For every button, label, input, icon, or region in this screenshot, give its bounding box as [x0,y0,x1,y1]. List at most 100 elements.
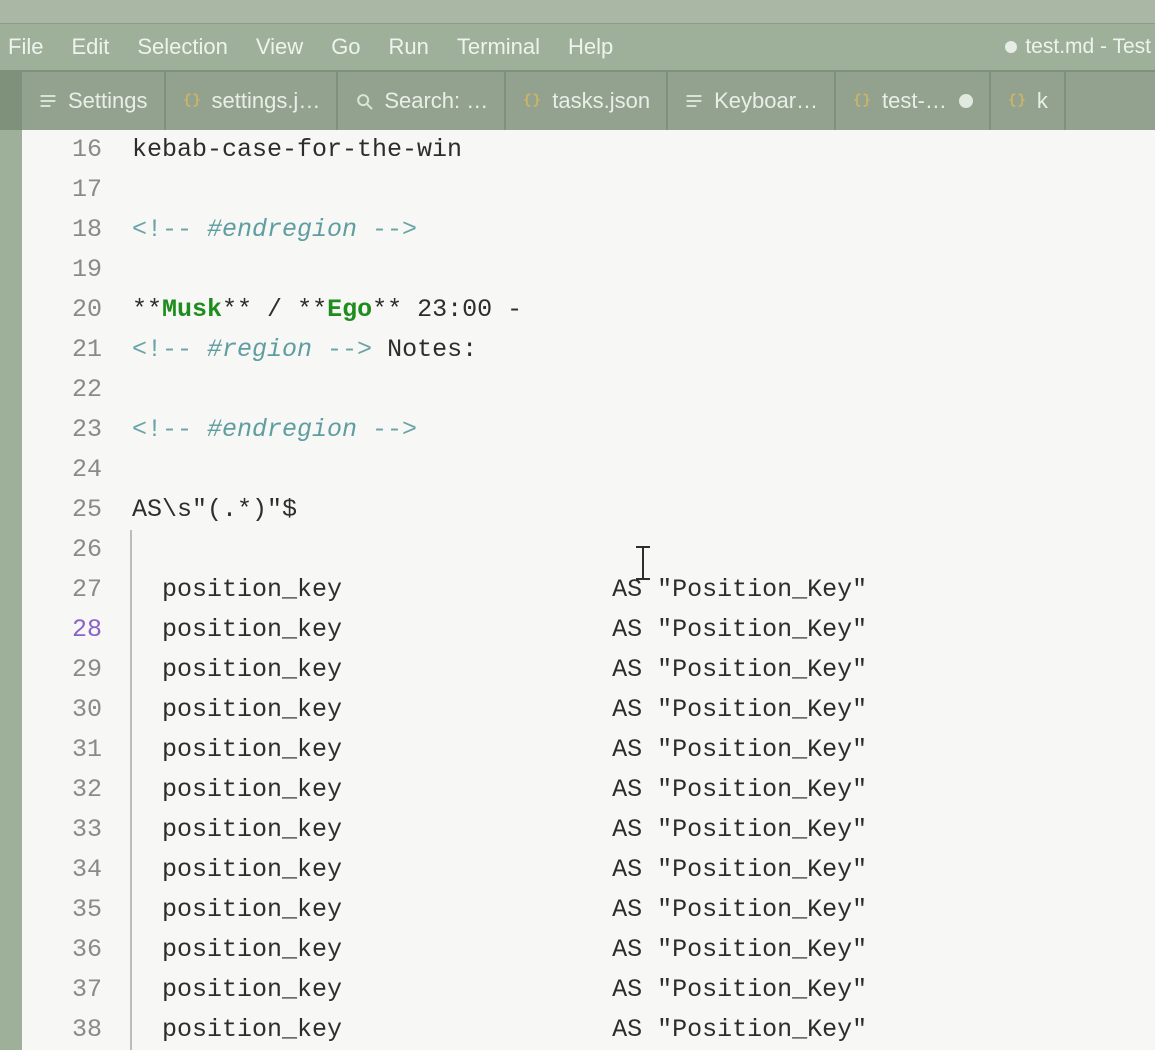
activity-bar-sliver [0,72,22,130]
tab-5[interactable]: test-… [836,72,991,130]
menu-run[interactable]: Run [389,34,429,60]
editor-line[interactable]: 20**Musk** / **Ego** 23:00 - [22,290,1155,330]
editor-line[interactable]: 24 [22,450,1155,490]
editor-line[interactable]: 33 position_key AS "Position_Key" [22,810,1155,850]
tab-label: tasks.json [552,88,650,114]
dirty-dot-icon [959,94,973,108]
editor-line[interactable]: 34 position_key AS "Position_Key" [22,850,1155,890]
line-number: 16 [22,130,132,170]
line-number: 29 [22,650,132,690]
editor-line[interactable]: 36 position_key AS "Position_Key" [22,930,1155,970]
line-number: 36 [22,930,132,970]
code-content: position_key AS "Position_Key" [132,690,867,730]
code-content: position_key AS "Position_Key" [132,570,867,610]
menu-file[interactable]: File [8,34,43,60]
code-content: position_key AS "Position_Key" [132,810,867,850]
editor-line[interactable]: 23<!-- #endregion --> [22,410,1155,450]
code-content: position_key AS "Position_Key" [132,650,867,690]
code-content: <!-- #endregion --> [132,210,417,250]
line-number: 19 [22,250,132,290]
editor-line[interactable]: 26 [22,530,1155,570]
tab-6[interactable]: k [991,72,1066,130]
line-number: 32 [22,770,132,810]
code-content: position_key AS "Position_Key" [132,890,867,930]
menubar: File Edit Selection View Go Run Terminal… [0,24,1155,70]
tab-label: Search: … [384,88,488,114]
braces-icon [1007,91,1027,111]
editor[interactable]: 16kebab-case-for-the-win1718<!-- #endreg… [22,130,1155,1050]
tab-label: test-… [882,88,947,114]
editor-line[interactable]: 28 position_key AS "Position_Key" [22,610,1155,650]
code-content [132,530,147,570]
line-number: 22 [22,370,132,410]
tab-0[interactable]: Settings [22,72,166,130]
tabbar: Settings settings.j… Search: … tasks.jso… [0,70,1155,130]
tab-label: Settings [68,88,148,114]
desktop-window-strip [0,0,1155,24]
lines-icon [38,91,58,111]
line-number: 23 [22,410,132,450]
line-number: 33 [22,810,132,850]
tab-label: settings.j… [212,88,321,114]
code-content: **Musk** / **Ego** 23:00 - [132,290,522,330]
editor-line[interactable]: 31 position_key AS "Position_Key" [22,730,1155,770]
editor-line[interactable]: 38 position_key AS "Position_Key" [22,1010,1155,1050]
search-icon [354,91,374,111]
line-number: 26 [22,530,132,570]
line-number: 38 [22,1010,132,1050]
braces-icon [522,91,542,111]
window-title: test.md - Test [1005,35,1155,59]
tab-label: Keyboar… [714,88,818,114]
editor-line[interactable]: 32 position_key AS "Position_Key" [22,770,1155,810]
menu-selection[interactable]: Selection [137,34,228,60]
menu-terminal[interactable]: Terminal [457,34,540,60]
line-number: 35 [22,890,132,930]
line-number: 27 [22,570,132,610]
line-number: 30 [22,690,132,730]
editor-line[interactable]: 18<!-- #endregion --> [22,210,1155,250]
code-content: position_key AS "Position_Key" [132,1010,867,1050]
editor-line[interactable]: 29 position_key AS "Position_Key" [22,650,1155,690]
code-content: position_key AS "Position_Key" [132,930,867,970]
code-content: position_key AS "Position_Key" [132,730,867,770]
code-content: position_key AS "Position_Key" [132,770,867,810]
line-number: 17 [22,170,132,210]
code-content: <!-- #region --> Notes: [132,330,477,370]
braces-icon [182,91,202,111]
menu-help[interactable]: Help [568,34,613,60]
editor-line[interactable]: 22 [22,370,1155,410]
tab-1[interactable]: settings.j… [166,72,339,130]
code-content: kebab-case-for-the-win [132,130,462,170]
braces-icon [852,91,872,111]
editor-line[interactable]: 35 position_key AS "Position_Key" [22,890,1155,930]
line-number: 28 [22,610,132,650]
editor-line[interactable]: 19 [22,250,1155,290]
editor-line[interactable]: 37 position_key AS "Position_Key" [22,970,1155,1010]
tab-3[interactable]: tasks.json [506,72,668,130]
line-number: 25 [22,490,132,530]
line-number: 24 [22,450,132,490]
line-number: 21 [22,330,132,370]
editor-line[interactable]: 17 [22,170,1155,210]
menu-go[interactable]: Go [331,34,360,60]
dirty-dot-icon [1005,41,1017,53]
editor-line[interactable]: 21<!-- #region --> Notes: [22,330,1155,370]
line-number: 37 [22,970,132,1010]
tab-2[interactable]: Search: … [338,72,506,130]
menu-view[interactable]: View [256,34,303,60]
editor-line[interactable]: 30 position_key AS "Position_Key" [22,690,1155,730]
line-number: 31 [22,730,132,770]
tab-4[interactable]: Keyboar… [668,72,836,130]
code-content: position_key AS "Position_Key" [132,850,867,890]
lines-icon [684,91,704,111]
menu-edit[interactable]: Edit [71,34,109,60]
code-content: position_key AS "Position_Key" [132,610,867,650]
tab-label: k [1037,88,1048,114]
editor-line[interactable]: 27 position_key AS "Position_Key" [22,570,1155,610]
editor-line[interactable]: 25AS\s"(.*)"$ [22,490,1155,530]
code-content: AS\s"(.*)"$ [132,490,297,530]
line-number: 34 [22,850,132,890]
window-title-text: test.md - Test [1025,35,1151,59]
code-content: <!-- #endregion --> [132,410,417,450]
editor-line[interactable]: 16kebab-case-for-the-win [22,130,1155,170]
